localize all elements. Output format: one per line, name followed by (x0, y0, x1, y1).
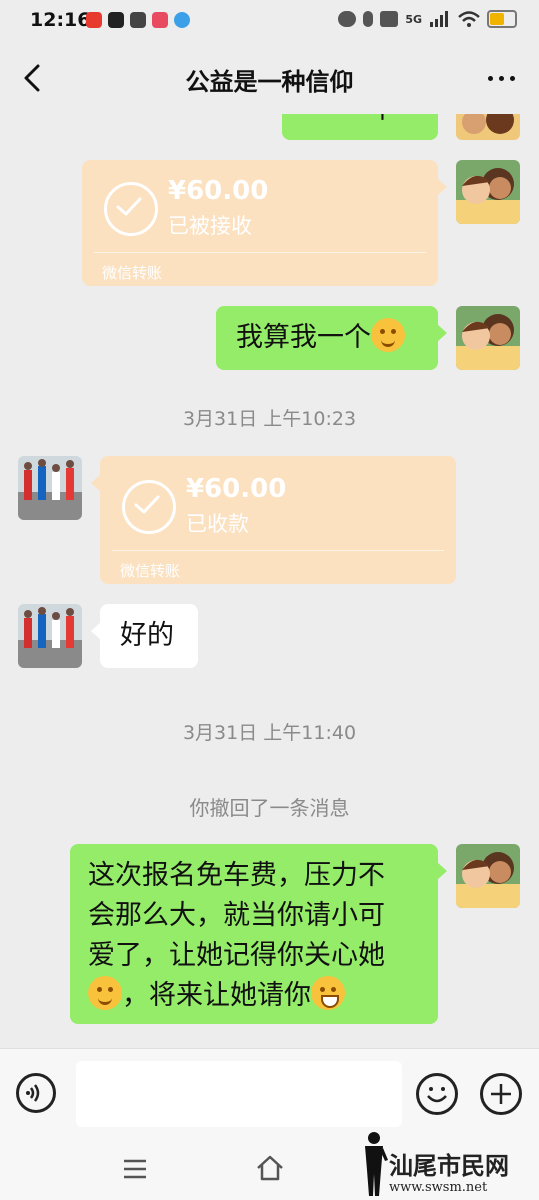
plus-icon[interactable] (480, 1073, 522, 1115)
battery-icon (487, 10, 517, 28)
message-text-line: 这次报名免车费，压力不 (88, 860, 385, 891)
transfer-label: 微信转账 (120, 562, 181, 580)
app-notification-icon (108, 12, 124, 28)
app-notification-icon (174, 12, 190, 28)
vibrate-icon (363, 11, 374, 27)
message-text-line: 爱了，让她记得你关心她 (88, 940, 385, 971)
transfer-card[interactable]: ¥60.00 已收款 微信转账 (91, 456, 456, 584)
message-text-line: 会那么大，就当你请小可 (88, 900, 385, 931)
watermark: 汕尾市民网 www.swsm.net (359, 1130, 529, 1196)
divider (94, 252, 426, 253)
silhouette-logo-icon (365, 1132, 388, 1196)
message-bubble[interactable]: 好的 (91, 604, 198, 668)
transfer-amount: ¥60.00 (186, 474, 287, 504)
transfer-status: 已被接收 (168, 214, 252, 238)
timestamp: 3月31日 上午11:40 (182, 722, 357, 744)
message-bubble-partial: 一个 (282, 114, 438, 140)
recall-notice: 你撤回了一条消息 (189, 796, 350, 820)
transfer-label: 微信转账 (102, 264, 163, 282)
emoji-picker-icon[interactable] (416, 1073, 458, 1115)
message-text-line: ，将来让她请你 (122, 980, 311, 1011)
signal-icon (430, 11, 448, 27)
app-notification-icon (152, 12, 168, 28)
watermark-url: www.swsm.net (389, 1180, 488, 1195)
my-avatar[interactable] (456, 160, 520, 224)
more-options-icon[interactable] (481, 58, 521, 98)
chat-header: 公益是一种信仰 (0, 44, 539, 114)
transfer-status: 已收款 (186, 512, 249, 536)
input-bar (0, 1048, 539, 1139)
wifi-icon (458, 11, 480, 27)
divider (112, 550, 444, 551)
network-type: 5G (405, 12, 422, 26)
message-bubble[interactable]: 我算我一个 (216, 306, 447, 370)
check-icon (122, 480, 176, 534)
home-icon[interactable] (255, 1154, 285, 1182)
grinning-face-emoji-icon (311, 976, 345, 1010)
message-text: 我算我一个 (236, 322, 371, 353)
crown-icon (130, 12, 146, 28)
smiling-face-emoji-icon (88, 976, 122, 1010)
voice-input-icon[interactable] (16, 1073, 56, 1113)
notification-icons (86, 12, 190, 28)
system-status-icons: 5G (338, 10, 517, 28)
check-icon (104, 182, 158, 236)
status-time: 12:16 (30, 9, 91, 31)
contact-avatar[interactable] (18, 456, 82, 520)
dizzy-face-emoji-icon (371, 318, 405, 352)
my-avatar[interactable] (456, 844, 520, 908)
timestamp: 3月31日 上午10:23 (182, 408, 357, 430)
message-input[interactable] (76, 1061, 402, 1127)
watermark-text: 汕尾市民网 (389, 1151, 509, 1180)
message-bubble[interactable]: 这次报名免车费，压力不 会那么大，就当你请小可 爱了，让她记得你关心她 ，将来让… (70, 844, 447, 1024)
contact-avatar[interactable] (18, 604, 82, 668)
my-avatar[interactable] (456, 306, 520, 370)
status-bar: 12:16 5G (0, 0, 539, 44)
alarm-icon (338, 11, 357, 27)
transfer-amount: ¥60.00 (168, 176, 269, 206)
hd-icon (380, 11, 399, 27)
app-notification-icon (86, 12, 102, 28)
chat-title: 公益是一种信仰 (185, 68, 354, 96)
transfer-card[interactable]: ¥60.00 已被接收 微信转账 (82, 160, 447, 286)
message-text: 好的 (120, 620, 174, 651)
message-text: 一个 (342, 114, 396, 130)
menu-icon[interactable] (122, 1158, 148, 1180)
my-avatar[interactable] (456, 114, 520, 140)
